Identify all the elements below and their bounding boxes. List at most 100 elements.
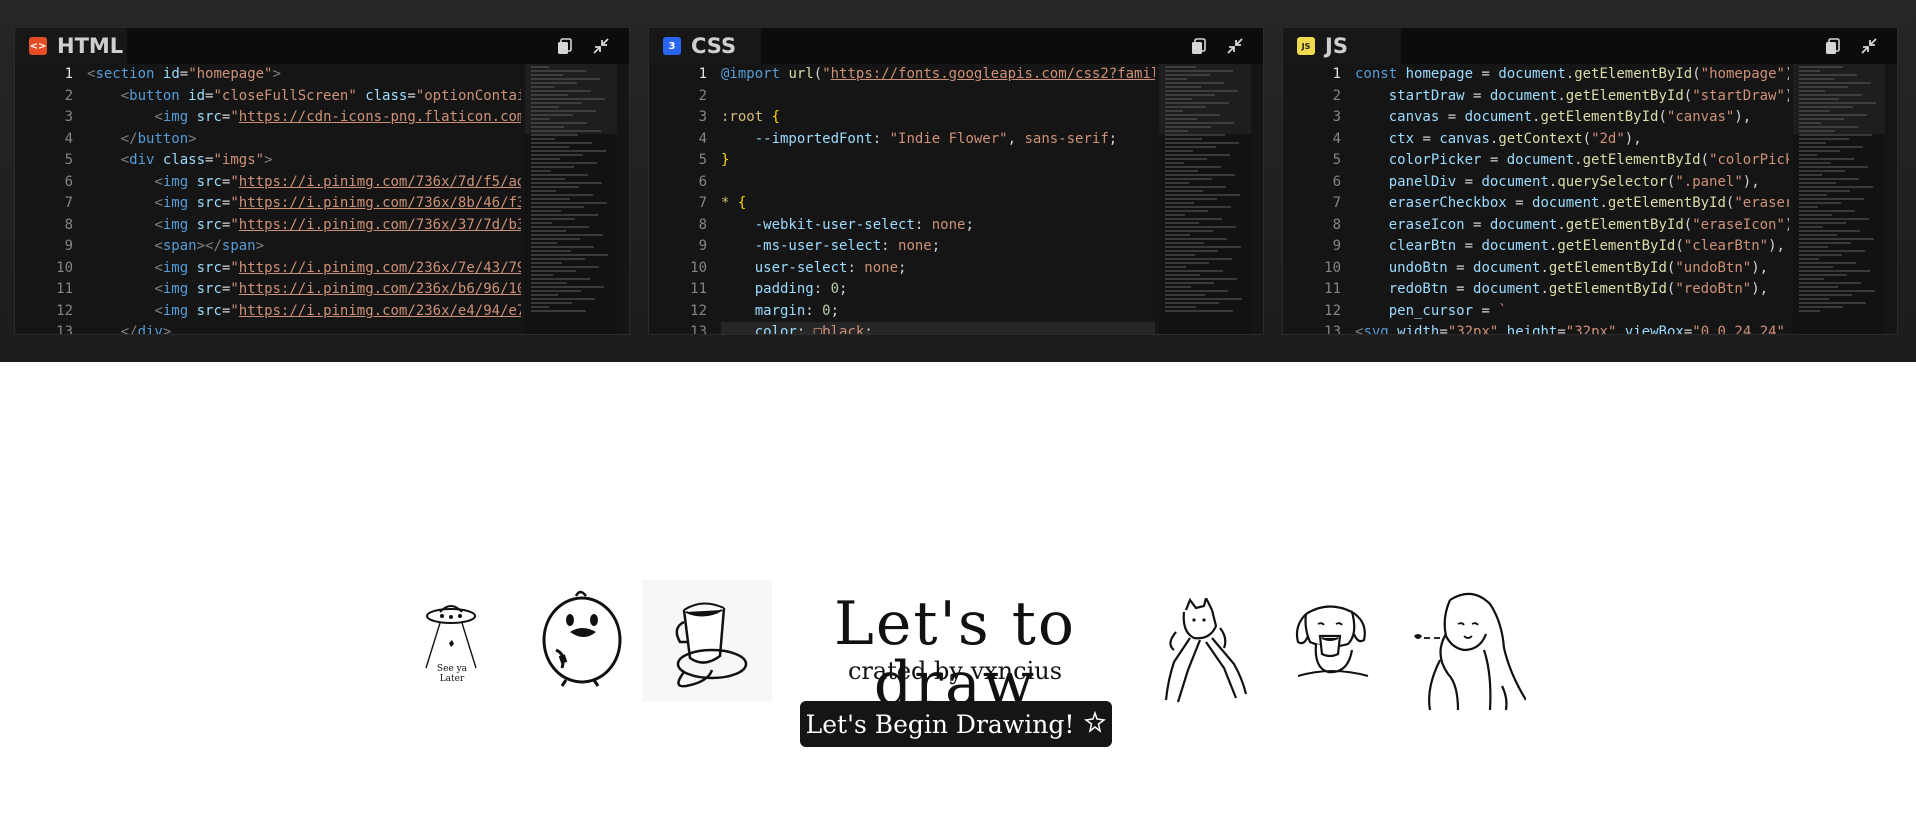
css-editor-panel: 3 CSS 1 2 3 4 5 6 7 8 9 10 11 12 13 @import url("htt… <box>648 27 1264 335</box>
code-line[interactable]: eraseIcon = document.getElementById("era… <box>1355 215 1789 237</box>
html-editor-panel: <> HTML 1 2 3 4 5 6 7 8 9 10 11 12 13 <section id="h… <box>14 27 630 335</box>
code-line[interactable]: <svg width="32px" height="32px" viewBox=… <box>1355 322 1789 334</box>
code-line[interactable] <box>721 86 1155 108</box>
code-line[interactable]: <span></span> <box>87 236 521 258</box>
minimap[interactable] <box>1793 64 1885 334</box>
line-number: 13 <box>690 324 707 334</box>
line-number: 2 <box>64 87 73 104</box>
code-line[interactable]: clearBtn = document.getElementById("clea… <box>1355 236 1789 258</box>
tab-html[interactable]: <> HTML <box>15 28 127 64</box>
line-number: 5 <box>64 152 73 168</box>
minimize-icon[interactable] <box>1859 36 1879 56</box>
code-line[interactable]: * { <box>721 193 1155 215</box>
line-number: 4 <box>1332 130 1341 147</box>
code-line[interactable]: <img src="https://i.pinimg.com/236x/e4/9… <box>87 301 521 323</box>
code-line[interactable]: </div> <box>87 322 521 334</box>
ufo-caption-line-1: See ya <box>436 664 468 674</box>
line-number: 2 <box>698 87 707 104</box>
copy-icon[interactable] <box>1823 36 1843 56</box>
code-lines[interactable]: <section id="homepage"> <button id="clos… <box>87 64 521 334</box>
code-line[interactable]: colorPicker = document.getElementById("c… <box>1355 150 1789 172</box>
cat-doodle <box>1160 594 1252 713</box>
copy-icon[interactable] <box>1189 36 1209 56</box>
line-number: 11 <box>690 281 707 297</box>
tab-css[interactable]: 3 CSS <box>649 28 761 64</box>
code-line[interactable]: const homepage = document.getElementById… <box>1355 64 1789 86</box>
code-line[interactable]: ctx = canvas.getContext("2d"), <box>1355 129 1789 151</box>
line-number: 4 <box>64 130 73 147</box>
line-number: 10 <box>1324 259 1341 276</box>
copy-icon[interactable] <box>555 36 575 56</box>
line-number: 4 <box>698 130 707 147</box>
page-title: Let's to draw <box>833 589 1077 719</box>
line-number: 1 <box>698 66 707 82</box>
start-drawing-label: Let's Begin Drawing! <box>805 709 1075 739</box>
code-line[interactable]: </button> <box>87 129 521 151</box>
line-number: 2 <box>1332 87 1341 104</box>
code-line[interactable]: } <box>721 150 1155 172</box>
minimap[interactable] <box>525 64 617 334</box>
code-line[interactable]: undoBtn = document.getElementById("undoB… <box>1355 258 1789 280</box>
code-line[interactable]: --importedFont: "Indie Flower", sans-ser… <box>721 129 1155 151</box>
code-line[interactable]: panelDiv = document.querySelector(".pane… <box>1355 172 1789 194</box>
line-number: 5 <box>698 152 707 168</box>
code-line[interactable]: redoBtn = document.getElementById("redoB… <box>1355 279 1789 301</box>
code-line[interactable]: <section id="homepage"> <box>87 64 521 86</box>
line-number: 11 <box>1324 281 1341 297</box>
line-number: 6 <box>64 173 73 190</box>
code-line[interactable]: canvas = document.getElementById("canvas… <box>1355 107 1789 129</box>
line-numbers: 1 2 3 4 5 6 7 8 9 10 11 12 13 <box>1283 64 1353 334</box>
code-area[interactable]: 1 2 3 4 5 6 7 8 9 10 11 12 13 <section id="homepage"… <box>15 64 629 334</box>
code-lines[interactable]: @import url("https://fonts.googleapis.co… <box>721 64 1155 334</box>
code-line[interactable]: startDraw = document.getElementById("sta… <box>1355 86 1789 108</box>
panel-title: CSS <box>691 34 737 58</box>
code-area[interactable]: 1 2 3 4 5 6 7 8 9 10 11 12 13 const homepage = docum… <box>1283 64 1897 334</box>
line-number: 7 <box>1332 195 1341 211</box>
code-lines[interactable]: const homepage = document.getElementById… <box>1355 64 1789 334</box>
line-number: 13 <box>56 324 73 334</box>
code-line[interactable]: padding: 0; <box>721 279 1155 301</box>
code-line[interactable]: <img src="https://i.pinimg.com/236x/b6/9… <box>87 279 521 301</box>
ufo-doodle: See ya Later <box>418 598 484 693</box>
code-area[interactable]: 1 2 3 4 5 6 7 8 9 10 11 12 13 @import url("https://f… <box>649 64 1263 334</box>
panel-header: 3 CSS <box>649 28 1263 64</box>
line-number: 3 <box>698 109 707 125</box>
code-line[interactable]: -ms-user-select: none; <box>721 236 1155 258</box>
line-number: 5 <box>1332 152 1341 168</box>
minimize-icon[interactable] <box>1225 36 1245 56</box>
line-numbers: 1 2 3 4 5 6 7 8 9 10 11 12 13 <box>649 64 719 334</box>
code-line[interactable] <box>721 172 1155 194</box>
line-number: 7 <box>64 195 73 211</box>
line-number: 11 <box>56 281 73 297</box>
panel-title: JS <box>1325 34 1348 58</box>
minimize-icon[interactable] <box>591 36 611 56</box>
line-number: 10 <box>56 259 73 276</box>
line-numbers: 1 2 3 4 5 6 7 8 9 10 11 12 13 <box>15 64 85 334</box>
code-line[interactable]: <img src="https://cdn-icons-png.flaticon… <box>87 107 521 129</box>
minimap[interactable] <box>1159 64 1251 334</box>
code-line[interactable]: margin: 0; <box>721 301 1155 323</box>
code-line[interactable]: <img src="https://i.pinimg.com/736x/37/7… <box>87 215 521 237</box>
code-line[interactable]: <img src="https://i.pinimg.com/736x/8b/4… <box>87 193 521 215</box>
start-drawing-button[interactable]: Let's Begin Drawing! <box>800 701 1112 747</box>
code-line[interactable]: <div class="imgs"> <box>87 150 521 172</box>
code-line[interactable]: <button id="closeFullScreen" class="opti… <box>87 86 521 108</box>
author-subtitle: crated by vxncius <box>847 657 1063 685</box>
js-editor-panel: JS JS 1 2 3 4 5 6 7 8 9 10 11 12 13 const homepage =… <box>1282 27 1898 335</box>
code-line[interactable]: <img src="https://i.pinimg.com/736x/7d/f… <box>87 172 521 194</box>
line-number: 13 <box>1324 324 1341 334</box>
line-number: 6 <box>1332 173 1341 190</box>
code-line[interactable]: pen_cursor = ` <box>1355 301 1789 323</box>
dog-with-mug-doodle <box>1292 598 1372 687</box>
code-line[interactable]: -webkit-user-select: none; <box>721 215 1155 237</box>
code-line[interactable]: :root { <box>721 107 1155 129</box>
tab-js[interactable]: JS JS <box>1283 28 1401 64</box>
sparkle-icon <box>1084 710 1107 739</box>
code-line[interactable]: user-select: none; <box>721 258 1155 280</box>
code-line[interactable]: color: □black; <box>721 322 1155 334</box>
line-number: 12 <box>56 302 73 319</box>
line-number: 6 <box>698 173 707 190</box>
code-line[interactable]: eraserCheckbox = document.getElementById… <box>1355 193 1789 215</box>
code-line[interactable]: @import url("https://fonts.googleapis.co… <box>721 64 1155 86</box>
code-line[interactable]: <img src="https://i.pinimg.com/236x/7e/4… <box>87 258 521 280</box>
